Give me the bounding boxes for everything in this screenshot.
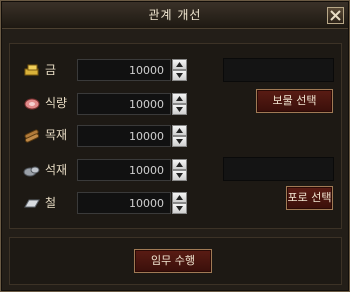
title-bar[interactable]: 관계 개선 xyxy=(2,2,348,29)
wood-amount-stepper[interactable] xyxy=(172,125,187,147)
resource-label-gold: 금 xyxy=(45,63,57,77)
prisoner-slot xyxy=(223,157,334,181)
stone-amount-input[interactable] xyxy=(77,159,171,181)
gold-icon xyxy=(24,64,39,76)
food-increment-button[interactable] xyxy=(172,93,187,104)
arrow-up-icon xyxy=(176,128,183,133)
food-amount-stepper[interactable] xyxy=(172,93,187,115)
arrow-down-icon xyxy=(176,139,183,144)
arrow-down-icon xyxy=(176,107,183,112)
gold-amount-input[interactable] xyxy=(77,59,171,81)
food-icon xyxy=(24,98,40,110)
window-title: 관계 개선 xyxy=(148,8,202,22)
perform-mission-button[interactable]: 임무 수행 xyxy=(134,249,212,273)
close-button[interactable] xyxy=(327,7,344,24)
wood-amount-input[interactable] xyxy=(77,125,171,147)
iron-decrement-button[interactable] xyxy=(172,203,187,214)
arrow-up-icon xyxy=(176,62,183,67)
close-icon xyxy=(330,10,341,21)
stone-amount-stepper[interactable] xyxy=(172,159,187,181)
resource-label-wood: 목재 xyxy=(45,128,68,142)
resource-label-stone: 석재 xyxy=(45,163,68,177)
stone-decrement-button[interactable] xyxy=(172,170,187,181)
arrow-up-icon xyxy=(176,96,183,101)
iron-icon xyxy=(24,199,40,208)
arrow-down-icon xyxy=(176,206,183,211)
gold-amount-stepper[interactable] xyxy=(172,59,187,81)
arrow-up-icon xyxy=(176,162,183,167)
iron-amount-input[interactable] xyxy=(77,192,171,214)
wood-increment-button[interactable] xyxy=(172,125,187,136)
resource-label-iron: 철 xyxy=(45,196,57,210)
arrow-down-icon xyxy=(176,73,183,78)
stone-increment-button[interactable] xyxy=(172,159,187,170)
prisoner-select-button[interactable]: 포로 선택 xyxy=(286,186,333,210)
treasure-slot xyxy=(223,58,334,82)
arrow-down-icon xyxy=(176,173,183,178)
arrow-up-icon xyxy=(176,195,183,200)
resource-label-food: 식량 xyxy=(45,96,68,110)
iron-amount-stepper[interactable] xyxy=(172,192,187,214)
wood-icon xyxy=(24,129,40,143)
treasure-select-button[interactable]: 보물 선택 xyxy=(256,89,333,113)
relation-improve-window: 관계 개선 금 식량 xyxy=(0,0,350,292)
wood-decrement-button[interactable] xyxy=(172,136,187,147)
food-decrement-button[interactable] xyxy=(172,104,187,115)
gold-decrement-button[interactable] xyxy=(172,70,187,81)
stone-icon xyxy=(23,166,40,177)
iron-increment-button[interactable] xyxy=(172,192,187,203)
gold-increment-button[interactable] xyxy=(172,59,187,70)
food-amount-input[interactable] xyxy=(77,93,171,115)
